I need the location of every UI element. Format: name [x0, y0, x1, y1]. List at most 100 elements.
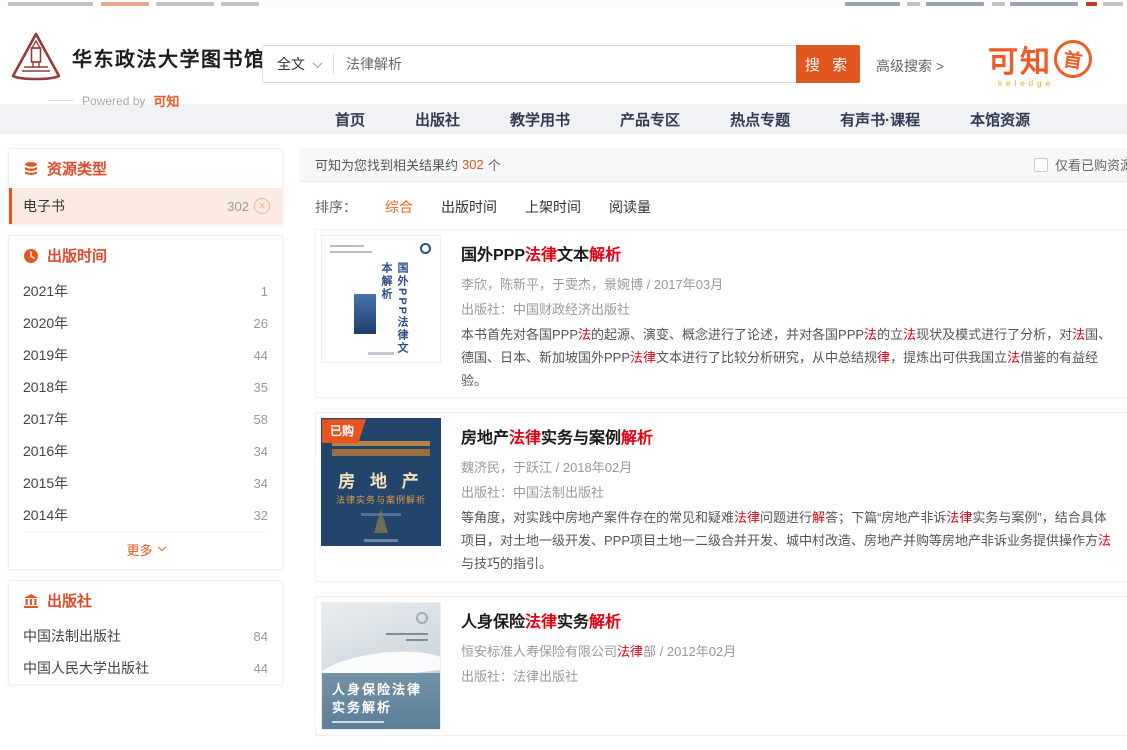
topbar-remnant — [1010, 2, 1078, 6]
filter-title-resource-type: 资源类型 — [47, 158, 107, 179]
chevron-down-icon — [313, 58, 323, 68]
advanced-search-link[interactable]: 高级搜索 > — [876, 56, 944, 76]
filter-item-label: 2019年 — [23, 345, 68, 365]
cover-title-text: 国外PPP法律文本解析 — [378, 262, 410, 362]
results-panel: 可知为您找到相关结果约 302 个 仅看已购资源 排序： 综合 出版时间 上架时… — [299, 148, 1127, 750]
topbar-remnant — [845, 2, 900, 6]
powered-by: Powered by 可知 — [48, 91, 179, 110]
result-card: 已购 房 地 产 法律实务与案例解析 房地产法律实务与案例解析 魏济民，于跃江 … — [315, 412, 1127, 581]
purchased-only-checkbox[interactable] — [1034, 158, 1048, 172]
filter-item-publisher[interactable]: 中国法制出版社 84 — [9, 620, 282, 652]
filter-item-year[interactable]: 2016年 34 — [9, 435, 282, 467]
filter-item-year[interactable]: 2017年 58 — [9, 403, 282, 435]
purchased-only-toggle[interactable]: 仅看已购资源 — [1034, 155, 1127, 174]
filter-item-year[interactable]: 2015年 34 — [9, 467, 282, 499]
library-emblem-icon — [10, 31, 62, 83]
book-publisher: 出版社：中国财政经济出版社 — [461, 299, 1113, 318]
filter-item-label: 2015年 — [23, 473, 68, 493]
search-scope-value: 全文 — [277, 54, 305, 74]
cover-publisher-logo-icon — [416, 612, 428, 624]
book-title[interactable]: 人身保险法律实务解析 — [461, 608, 1113, 632]
nav-item-audiobooks-courses[interactable]: 有声书·课程 — [840, 109, 920, 130]
filter-item-count: 34 — [254, 444, 268, 459]
filter-item-year[interactable]: 2014年 32 — [9, 499, 282, 531]
nav-item-library-resources[interactable]: 本馆资源 — [970, 109, 1030, 130]
filter-item-count: 32 — [254, 508, 268, 523]
book-cover[interactable]: 已购 房 地 产 法律实务与案例解析 — [321, 418, 441, 546]
cover-decor — [374, 509, 388, 533]
topbar-remnant — [156, 2, 214, 6]
remove-filter-icon[interactable]: ✕ — [254, 198, 270, 214]
sort-label: 排序： — [315, 197, 357, 217]
cover-title-text: 房 地 产 — [322, 467, 440, 492]
nav-item-hot-topics[interactable]: 热点专题 — [730, 109, 790, 130]
nav-item-product-zone[interactable]: 产品专区 — [620, 109, 680, 130]
cover-decor — [364, 539, 398, 542]
filter-item-label: 2014年 — [23, 505, 68, 525]
filter-card-pub-time: 出版时间 2021年 1 2020年 26 2019年 44 2018年 35 … — [8, 235, 283, 570]
library-logo[interactable]: 华东政法大学图书馆 — [10, 31, 266, 83]
filter-item-year[interactable]: 2021年 1 — [9, 275, 282, 307]
purchased-badge: 已购 — [322, 419, 366, 443]
chevron-down-icon — [157, 542, 165, 550]
filter-item-label: 2018年 — [23, 377, 68, 397]
filter-item-count: 302 — [227, 199, 249, 214]
cover-decor — [406, 639, 428, 641]
cover-decor — [332, 449, 430, 456]
keledge-logo-subtext: keledge — [998, 79, 1092, 88]
summary-suffix: 个 — [488, 155, 501, 174]
more-years-link[interactable]: 更多 — [23, 531, 268, 569]
cover-title-text: 人身保险法律 — [332, 681, 440, 700]
topbar-cutoff — [0, 0, 1127, 7]
library-name: 华东政法大学图书馆 — [72, 43, 266, 72]
book-cover[interactable]: 人身保险法律 实务解析 — [321, 602, 441, 730]
topbar-remnant — [221, 2, 259, 6]
book-title[interactable]: 房地产法律实务与案例解析 — [461, 424, 1113, 448]
filter-title-pub-time: 出版时间 — [47, 245, 107, 266]
nav-item-publishers[interactable]: 出版社 — [415, 109, 460, 130]
search-input[interactable] — [334, 56, 796, 72]
filter-item-label: 中国法制出版社 — [23, 626, 121, 646]
filter-item-year[interactable]: 2019年 44 — [9, 339, 282, 371]
filter-item-count: 44 — [254, 661, 268, 676]
filter-item-count: 44 — [254, 348, 268, 363]
book-title[interactable]: 国外PPP法律文本解析 — [461, 241, 1113, 265]
filter-item-count: 1 — [261, 284, 268, 299]
keledge-logo-circle-icon: 首 — [1052, 38, 1095, 81]
sort-option-comprehensive[interactable]: 综合 — [385, 197, 413, 217]
cover-decor — [386, 633, 428, 635]
cover-decor — [330, 245, 364, 247]
book-authors: 魏济民，于跃江 / 2018年02月 — [461, 457, 1113, 476]
sort-option-shelf-time[interactable]: 上架时间 — [525, 197, 581, 217]
results-summary-bar: 可知为您找到相关结果约 302 个 仅看已购资源 — [299, 148, 1127, 182]
filter-item-year[interactable]: 2018年 35 — [9, 371, 282, 403]
book-description: 本书首先对各国PPP法的起源、演变、概念进行了论述，并对各国PPP法的立法现状及… — [461, 324, 1113, 392]
cover-decor — [330, 251, 372, 253]
keledge-logo[interactable]: 可知 首 keledge — [988, 37, 1092, 88]
filter-item-count: 26 — [254, 316, 268, 331]
sort-option-pub-time[interactable]: 出版时间 — [441, 197, 497, 217]
result-card: 人身保险法律 实务解析 人身保险法律实务解析 恒安标准人寿保险有限公司法律部 /… — [315, 596, 1127, 736]
page-header: 华东政法大学图书馆 Powered by 可知 全文 搜 索 高级搜索 > 可知… — [0, 7, 1127, 104]
filter-item-year[interactable]: 2020年 26 — [9, 307, 282, 339]
filter-item-label: 中国人民大学出版社 — [23, 658, 149, 678]
nav-item-home[interactable]: 首页 — [335, 109, 365, 130]
cover-decor — [332, 721, 384, 723]
book-authors: 李欣，陈新平，于雯杰，景婉博 / 2017年03月 — [461, 274, 1113, 293]
nav-item-teaching-books[interactable]: 教学用书 — [510, 109, 570, 130]
filter-item-count: 84 — [254, 629, 268, 644]
book-cover[interactable]: 国外PPP法律文本解析 — [321, 235, 441, 363]
filter-item-ebook[interactable]: 电子书 302 ✕ — [9, 188, 282, 224]
book-authors: 恒安标准人寿保险有限公司法律部 / 2012年02月 — [461, 641, 1113, 660]
search-bar: 全文 搜 索 — [262, 45, 860, 83]
sort-option-read-count[interactable]: 阅读量 — [609, 197, 651, 217]
filter-item-label: 2016年 — [23, 441, 68, 461]
filter-item-publisher[interactable]: 中国人民大学出版社 44 — [9, 652, 282, 684]
topbar-remnant — [926, 2, 984, 6]
search-scope-dropdown[interactable]: 全文 — [263, 54, 333, 74]
powered-by-label: Powered by — [82, 94, 145, 108]
search-button[interactable]: 搜 索 — [796, 45, 860, 83]
summary-prefix: 可知为您找到相关结果约 — [315, 155, 458, 174]
filter-item-count: 34 — [254, 476, 268, 491]
cover-subtitle-text: 法律实务与案例解析 — [322, 493, 440, 506]
